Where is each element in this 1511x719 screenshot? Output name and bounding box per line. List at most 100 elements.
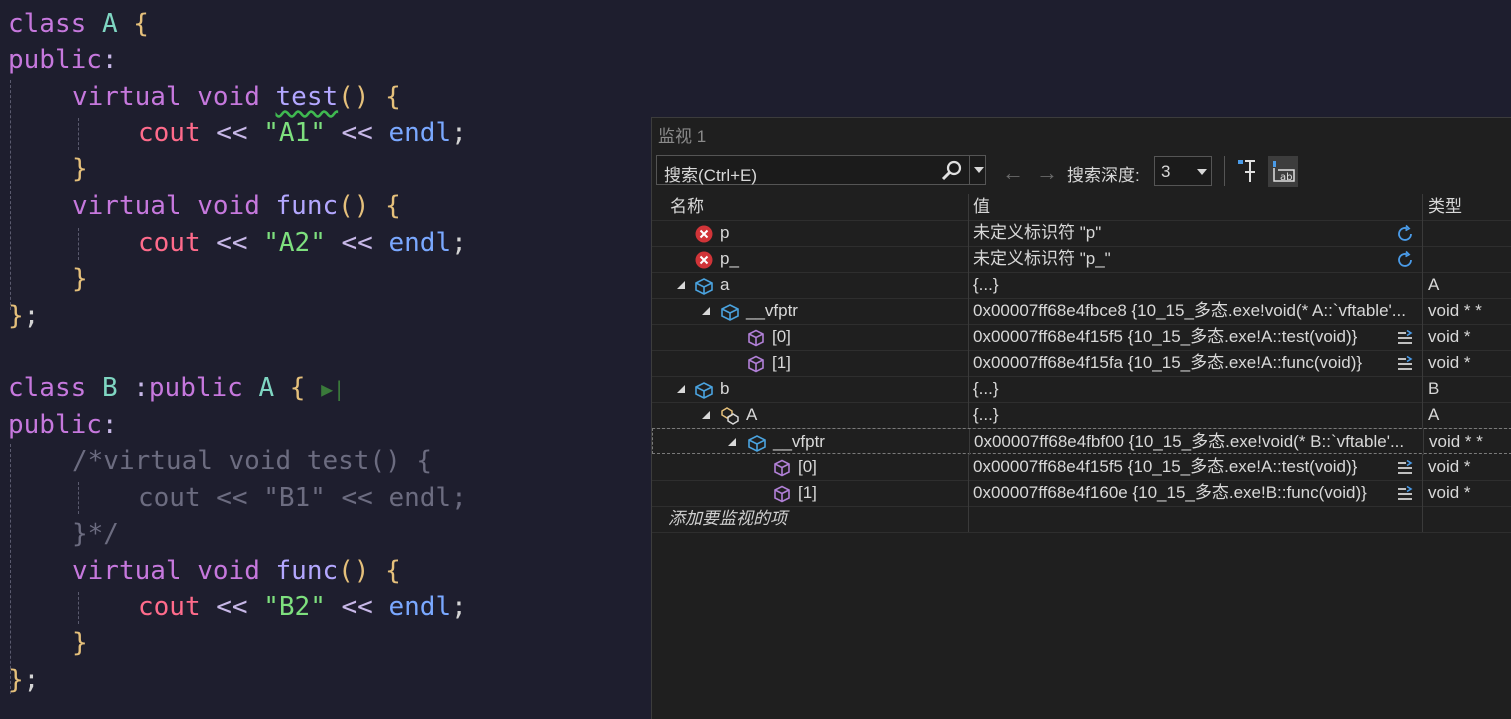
watch-title: 监视 1 (658, 127, 707, 146)
expand-triangle-icon[interactable] (701, 306, 711, 316)
add-watch-row[interactable]: 添加要监视的项 (652, 506, 1511, 533)
code-line: virtual void test() { (0, 79, 401, 115)
watch-row-value-cell: 未定义标识符 "p_" (968, 246, 1421, 272)
code-line: }; (0, 298, 39, 334)
colon: : (101, 45, 118, 75)
watch-row[interactable]: __vfptr 0x00007ff68e4fbf00 {10_15_多态.exe!… (652, 428, 1511, 455)
column-header-type[interactable]: 类型 (1422, 194, 1511, 220)
brace: } (72, 154, 88, 184)
watch-row[interactable]: __vfptr 0x00007ff68e4fbce8 {10_15_多态.exe!… (652, 298, 1511, 325)
class-name: A (258, 373, 275, 403)
hex-display-button[interactable]: ab (1268, 156, 1298, 187)
class-name: B (101, 373, 118, 403)
watch-row-value-cell: {...} (968, 376, 1421, 402)
member-icon (748, 329, 764, 347)
paren: () (338, 191, 370, 221)
keyword: virtual (72, 556, 182, 586)
member-icon (774, 485, 790, 503)
expand-triangle-icon[interactable] (676, 280, 686, 290)
colon: : (101, 410, 118, 440)
search-dropdown[interactable] (969, 156, 988, 184)
watch-row-name: [0] (772, 327, 791, 346)
view-icon[interactable] (1395, 484, 1415, 504)
watch-row[interactable]: [0] 0x00007ff68e4f15f5 {10_15_多态.exe!A::t… (652, 454, 1511, 481)
watch-row-type: void * (1422, 454, 1511, 480)
watch-row[interactable]: [0] 0x00007ff68e4f15f5 {10_15_多态.exe!A::t… (652, 324, 1511, 351)
column-header-name[interactable]: 名称 (652, 194, 967, 220)
code-line: }*/ (0, 516, 119, 552)
watch-row-value: 0x00007ff68e4f160e {10_15_多态.exe!B::func… (973, 483, 1367, 502)
comment: }*/ (72, 519, 119, 549)
search-depth-label: 搜索深度: (1067, 166, 1140, 185)
search-icon[interactable] (941, 160, 963, 187)
view-icon[interactable] (1395, 458, 1415, 478)
watch-row[interactable]: [1] 0x00007ff68e4f15fa {10_15_多态.exe!A::f… (652, 350, 1511, 377)
watch-row-value-cell: 0x00007ff68e4fbf00 {10_15_多态.exe!void(* … (969, 429, 1422, 455)
watch-row-name: p_ (720, 249, 739, 268)
brace: { (133, 9, 149, 39)
view-icon[interactable] (1395, 354, 1415, 374)
keyword: void (197, 191, 260, 221)
watch-row-type: void * (1422, 480, 1511, 506)
watch-row[interactable]: b {...} B (652, 376, 1511, 403)
string-literal: "B2" (263, 592, 326, 622)
watch-row-value-cell: 0x00007ff68e4f15f5 {10_15_多态.exe!A::test… (968, 454, 1421, 480)
brace: } (8, 665, 24, 695)
watch-row[interactable]: [1] 0x00007ff68e4f160e {10_15_多态.exe!B::f… (652, 480, 1511, 507)
watch-row[interactable]: p_ 未定义标识符 "p_" (652, 246, 1511, 273)
view-icon[interactable] (1395, 328, 1415, 348)
watch-row-value-cell: 未定义标识符 "p" (968, 220, 1421, 246)
watch-row[interactable]: a {...} A (652, 272, 1511, 299)
watch-row-name-cell: A (652, 402, 967, 428)
operator: << (216, 228, 248, 258)
watch-row-value-cell: 0x00007ff68e4f160e {10_15_多态.exe!B::func… (968, 480, 1421, 506)
watch-row-name-cell: p_ (652, 246, 967, 272)
watch-row[interactable]: A {...} A (652, 402, 1511, 429)
object-icon (721, 304, 739, 321)
add-watch-item[interactable]: 添加要监视的项 (652, 506, 967, 532)
code-line: }; (0, 662, 39, 698)
comment: /*virtual void test() { (72, 446, 433, 476)
refresh-icon[interactable] (1395, 224, 1415, 244)
watch-row-value: 0x00007ff68e4f15f5 {10_15_多态.exe!A::test… (973, 457, 1358, 476)
watch-row[interactable]: p 未定义标识符 "p" (652, 220, 1511, 247)
identifier: endl (388, 228, 452, 258)
keyword: virtual (72, 82, 182, 112)
watch-row-type (1422, 220, 1511, 246)
expand-triangle-icon[interactable] (701, 410, 711, 420)
brace: { (385, 191, 401, 221)
forward-arrow-icon[interactable]: → (1036, 160, 1058, 186)
function-name: test (275, 82, 339, 112)
search-depth-select[interactable]: 3 (1154, 156, 1212, 186)
watch-row-name: [1] (798, 483, 817, 502)
refresh-icon[interactable] (1395, 250, 1415, 270)
expand-triangle-icon[interactable] (676, 384, 686, 394)
code-line: } (0, 261, 88, 297)
watch-row-value: 未定义标识符 "p" (973, 223, 1102, 242)
add-watch-type-cell (1422, 506, 1511, 532)
watch-row-name-cell: [0] (652, 324, 967, 350)
brace: } (72, 264, 88, 294)
function-name: func (275, 191, 339, 221)
watch-row-name: __vfptr (746, 301, 798, 320)
expand-triangle-icon[interactable] (727, 437, 737, 447)
watch-row-value: {...} (973, 379, 999, 398)
watch-row-value: 0x00007ff68e4fbf00 {10_15_多态.exe!void(* … (974, 432, 1405, 451)
watch-row-value-cell: 0x00007ff68e4f15f5 {10_15_多态.exe!A::test… (968, 324, 1421, 350)
identifier: endl (388, 592, 452, 622)
back-arrow-icon[interactable]: ← (1002, 160, 1024, 186)
svg-text:ab: ab (1280, 172, 1292, 183)
comment: cout << "B1" << endl; (138, 483, 467, 513)
watch-row-value: 0x00007ff68e4fbce8 {10_15_多态.exe!void(* … (973, 301, 1406, 320)
watch-row-value-cell: 0x00007ff68e4fbce8 {10_15_多态.exe!void(* … (968, 298, 1421, 324)
keyword: void (197, 556, 260, 586)
watch-row-name: a (720, 275, 730, 294)
run-to-here-icon[interactable]: ▶| (321, 377, 345, 401)
watch-row-name-cell: __vfptr (652, 298, 967, 324)
search-input[interactable]: 搜索(Ctrl+E) (656, 155, 986, 185)
watch-row-value-cell: 0x00007ff68e4f15fa {10_15_多态.exe!A::func… (968, 350, 1421, 376)
pin-button[interactable] (1235, 158, 1261, 186)
column-header-value[interactable]: 值 (968, 194, 1421, 220)
code-line: cout << "A2" << endl; (0, 225, 467, 261)
watch-row-name: A (746, 405, 758, 424)
